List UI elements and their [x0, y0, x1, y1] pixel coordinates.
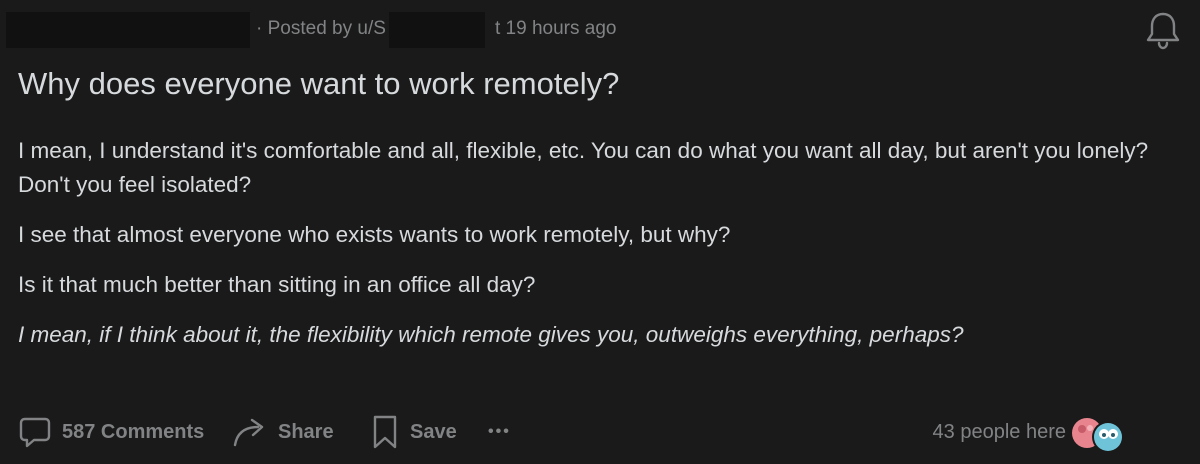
body-paragraph: I see that almost everyone who exists wa… [18, 222, 731, 247]
save-label: Save [410, 420, 457, 443]
post-meta: · Posted by u/S t 19 hours ago [0, 8, 1140, 52]
posted-by-label[interactable]: · Posted by u/S [256, 16, 386, 42]
redacted-username [389, 12, 485, 48]
more-options-button[interactable]: ••• [488, 408, 511, 456]
comments-count-label: 587 Comments [62, 420, 205, 443]
avatar-group [1068, 414, 1132, 454]
post-timestamp: t 19 hours ago [495, 18, 617, 39]
people-here-label: 43 people here [932, 421, 1066, 443]
comments-button[interactable]: 587 Comments [18, 408, 204, 456]
speech-bubble-icon [18, 415, 52, 449]
post-body: I mean, I understand it's comfortable an… [18, 134, 1188, 368]
post-title[interactable]: Why does everyone want to work remotely? [18, 64, 619, 104]
share-label: Share [278, 420, 334, 443]
save-button[interactable]: Save [370, 408, 457, 456]
body-paragraph: Is it that much better than sitting in a… [18, 272, 536, 297]
share-arrow-icon [232, 415, 268, 449]
bell-icon[interactable] [1144, 10, 1182, 50]
post-card: · Posted by u/S t 19 hours ago Why does … [0, 0, 1200, 464]
ellipsis-icon: ••• [488, 423, 511, 440]
body-paragraph-italic: I mean, if I think about it, the flexibi… [18, 322, 964, 347]
share-button[interactable]: Share [232, 408, 334, 456]
action-bar: 587 Comments Share Save ••• 43 people he… [0, 408, 1200, 456]
presence-indicator[interactable]: 43 people here [900, 408, 1200, 456]
redacted-subreddit [6, 12, 250, 48]
bookmark-icon [370, 414, 400, 450]
body-paragraph: I mean, I understand it's comfortable an… [18, 138, 1149, 197]
